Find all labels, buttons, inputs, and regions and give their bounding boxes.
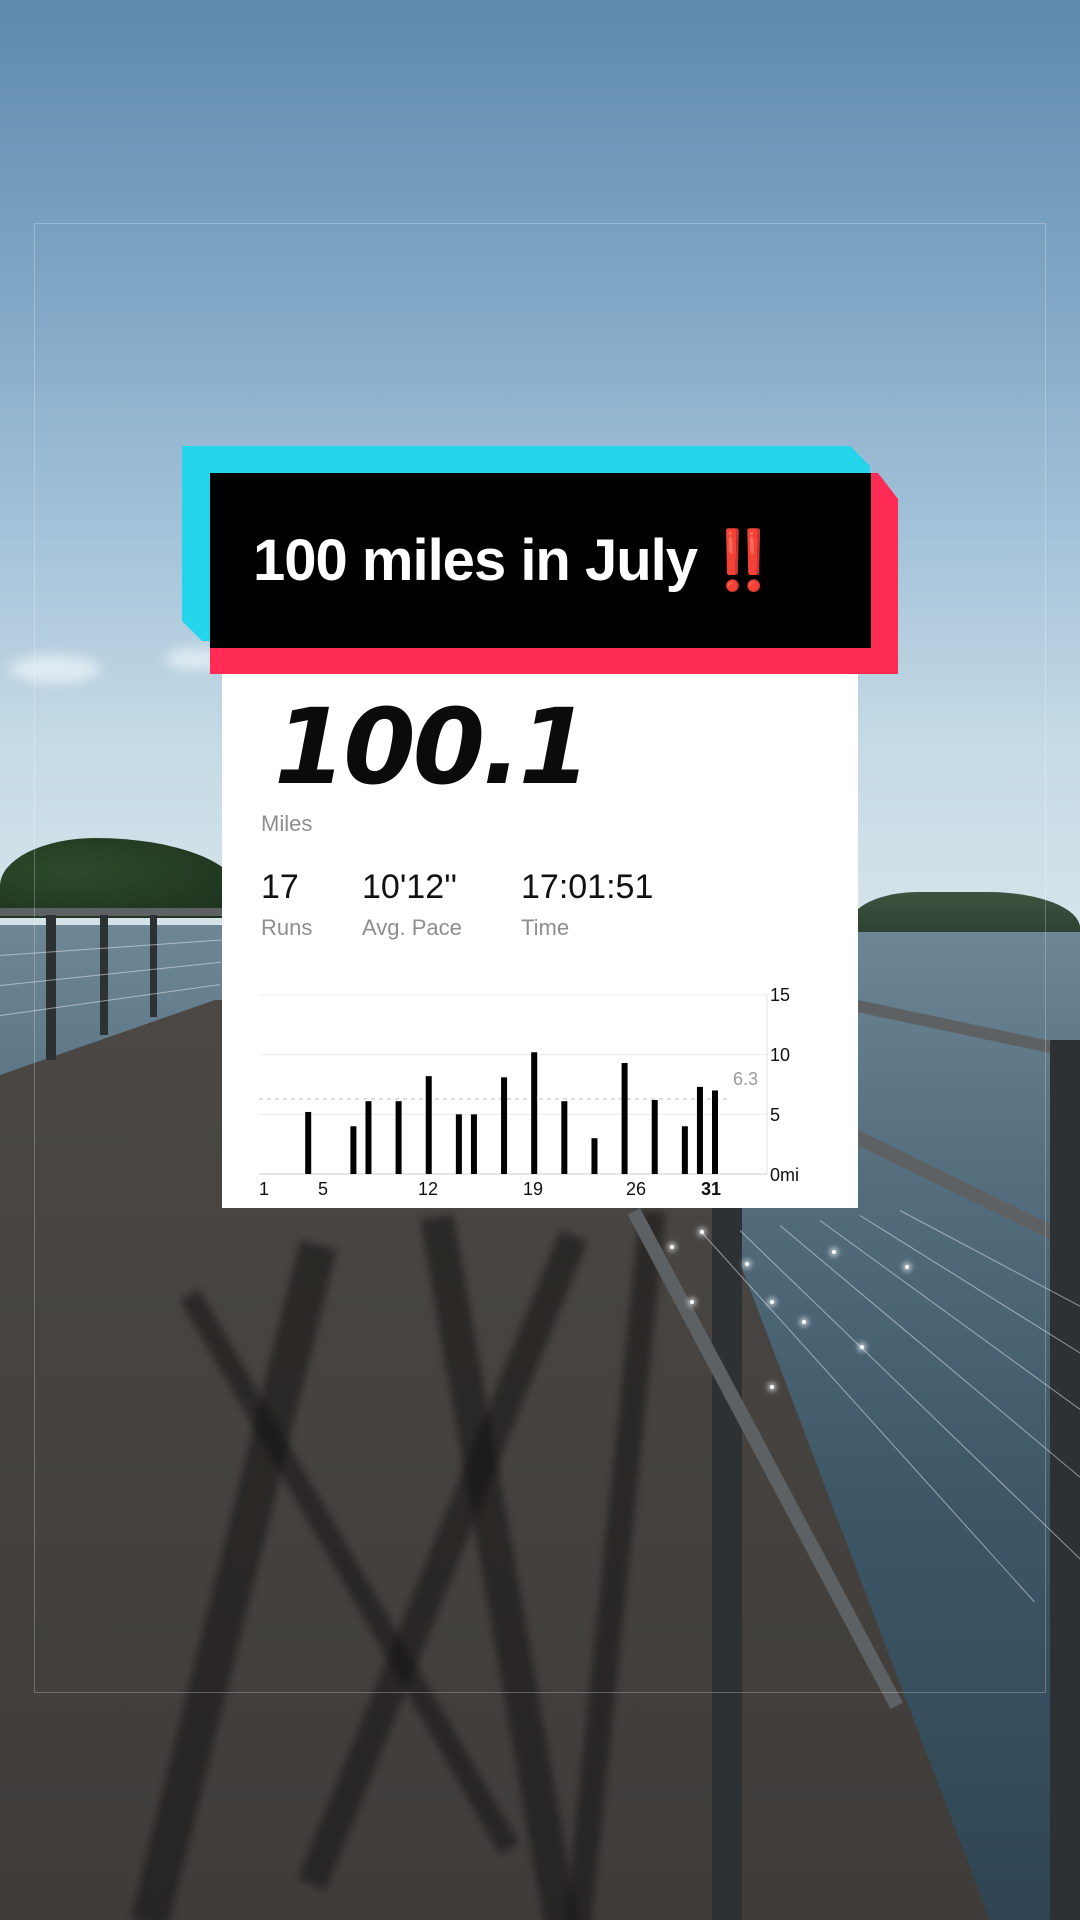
distance-unit-label: Miles <box>261 811 313 836</box>
day-distance-bar <box>425 1076 432 1174</box>
day-distance-bar <box>365 1101 372 1174</box>
runs-value: 17 <box>261 868 299 906</box>
title-banner: 100 miles in July ‼️ <box>210 473 871 648</box>
day-distance-bar <box>621 1063 628 1174</box>
monthly-summary-card: 100.1 Miles 17 Runs 10'12'' Avg. Pace 17… <box>222 674 858 1208</box>
railing-right-post <box>1050 1040 1080 1920</box>
x-tick-label: 12 <box>418 1179 439 1199</box>
day-distance-bar <box>591 1138 598 1174</box>
day-distance-bar <box>712 1090 718 1174</box>
day-distance-bar <box>651 1100 658 1174</box>
day-distance-bar <box>531 1052 538 1174</box>
x-tick-label: 5 <box>318 1179 329 1199</box>
avg-pace-label: Avg. Pace <box>362 915 462 940</box>
day-distance-bar <box>696 1086 703 1174</box>
day-distance-bar <box>681 1126 688 1174</box>
x-tick-label: 1 <box>259 1179 270 1199</box>
day-distance-bar <box>501 1077 508 1174</box>
x-tick-label: 19 <box>523 1179 544 1199</box>
avg-pace-value: 10'12'' <box>362 868 458 906</box>
x-tick-label: 26 <box>626 1179 647 1199</box>
time-value: 17:01:51 <box>521 868 654 906</box>
daily-distance-chart: 15 10 5 0mi 6.3 1 5 12 19 26 31 <box>222 974 858 1208</box>
day-distance-bar <box>455 1114 462 1174</box>
title-label: 100 miles in July <box>253 527 698 593</box>
y-tick-label: 0mi <box>770 1165 800 1185</box>
runs-label: Runs <box>261 915 313 940</box>
day-distance-bar <box>305 1111 312 1174</box>
double-exclamation-icon: ‼️ <box>707 527 779 593</box>
y-tick-label: 10 <box>770 1045 791 1065</box>
y-tick-label: 15 <box>770 985 791 1005</box>
chart-plot <box>259 994 768 1175</box>
time-label: Time <box>521 915 570 940</box>
y-tick-label: 5 <box>770 1105 781 1125</box>
average-label: 6.3 <box>733 1069 759 1089</box>
x-tick-label: 31 <box>701 1179 722 1199</box>
day-distance-bar <box>470 1114 477 1174</box>
day-distance-bar <box>350 1126 357 1174</box>
title-text: 100 miles in July ‼️ <box>253 527 779 595</box>
day-distance-bar <box>395 1101 402 1174</box>
day-distance-bar <box>561 1101 568 1174</box>
total-distance: 100.1 <box>274 686 591 808</box>
